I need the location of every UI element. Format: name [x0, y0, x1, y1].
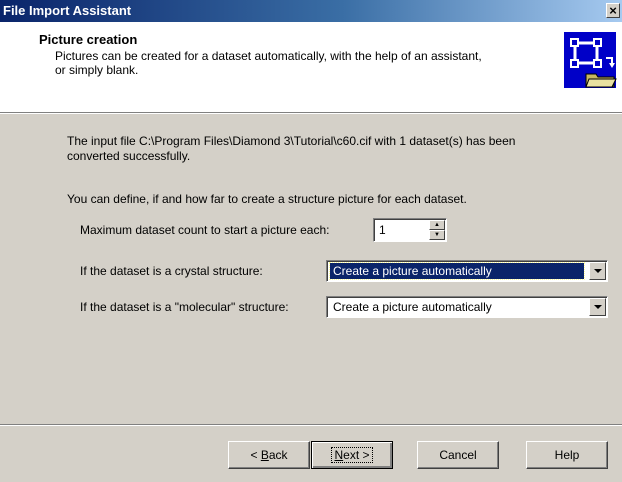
help-button[interactable]: Help — [526, 441, 608, 469]
back-button-label: ack — [268, 448, 288, 462]
molecular-label: If the dataset is a "molecular" structur… — [80, 300, 289, 314]
molecular-dropdown-button[interactable] — [589, 298, 606, 316]
header-separator — [0, 112, 622, 114]
page-title: Picture creation — [39, 32, 138, 47]
file-import-assistant-window: File Import Assistant × Picture creation… — [0, 0, 622, 482]
next-button[interactable]: Next > — [311, 441, 393, 469]
crystal-label: If the dataset is a crystal structure: — [80, 264, 263, 278]
next-button-focus: Next > — [331, 447, 373, 463]
footer-separator — [0, 424, 622, 426]
crystal-dropdown-button[interactable] — [589, 262, 606, 280]
spinner-buttons: ▲ ▼ — [429, 220, 445, 240]
close-button[interactable]: × — [606, 3, 620, 18]
conversion-info: The input file C:\Program Files\Diamond … — [67, 134, 515, 164]
page-description-line1: Pictures can be created for a dataset au… — [55, 49, 482, 63]
max-count-spinner[interactable]: 1 ▲ ▼ — [373, 218, 447, 242]
window-title: File Import Assistant — [3, 3, 132, 18]
molecular-select-value[interactable]: Create a picture automatically — [330, 299, 495, 315]
title-bar[interactable]: File Import Assistant × — [0, 0, 622, 22]
cancel-button[interactable]: Cancel — [417, 441, 499, 469]
max-count-label: Maximum dataset count to start a picture… — [80, 223, 330, 237]
define-instructions: You can define, if and how far to create… — [67, 192, 467, 206]
picture-folder-icon — [562, 30, 618, 90]
page-description: Pictures can be created for a dataset au… — [55, 49, 545, 77]
back-button-prefix: < — [250, 448, 261, 462]
crystal-picture-select[interactable]: Create a picture automatically — [326, 260, 608, 282]
back-button-mnemonic: B — [260, 448, 269, 462]
next-button-mnemonic: N — [334, 448, 344, 462]
chevron-down-icon — [594, 305, 602, 309]
conversion-info-line2: converted successfully. — [67, 149, 191, 163]
crystal-select-value[interactable]: Create a picture automatically — [329, 262, 585, 280]
page-description-line2: or simply blank. — [55, 63, 139, 77]
conversion-info-line1: The input file C:\Program Files\Diamond … — [67, 134, 516, 148]
chevron-down-icon — [594, 269, 602, 273]
spin-up-icon[interactable]: ▲ — [429, 220, 445, 230]
next-button-label: ext > — [343, 448, 370, 462]
spin-down-icon[interactable]: ▼ — [429, 230, 445, 240]
wizard-header: Picture creation Pictures can be created… — [0, 22, 622, 112]
max-count-value[interactable]: 1 — [379, 223, 386, 237]
back-button[interactable]: < Back — [228, 441, 310, 469]
molecular-picture-select[interactable]: Create a picture automatically — [326, 296, 608, 318]
